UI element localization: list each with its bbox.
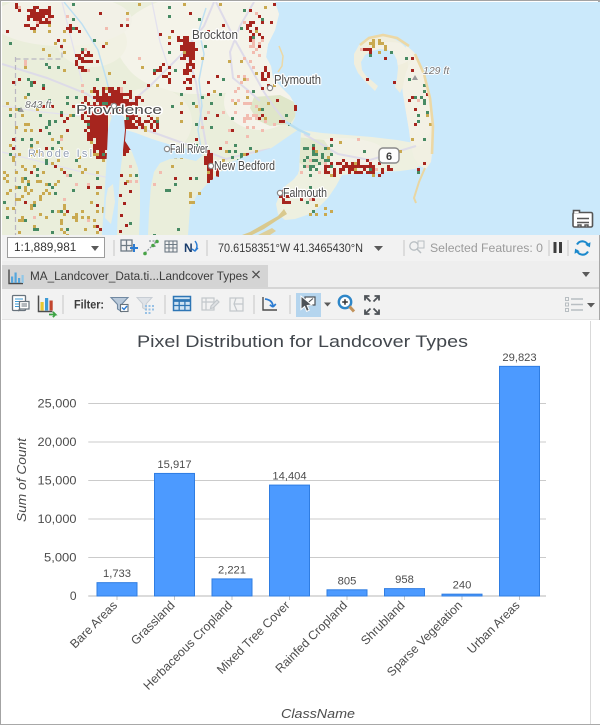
svg-text:843 ft: 843 ft (25, 99, 52, 111)
svg-text:Fall River: Fall River (170, 141, 208, 156)
svg-text:20,000: 20,000 (38, 435, 77, 449)
svg-text:Brockton: Brockton (192, 27, 238, 42)
svg-text:New Bedford: New Bedford (214, 158, 275, 173)
svg-text:1,733: 1,733 (103, 568, 131, 580)
svg-text:Urban Areas: Urban Areas (464, 598, 522, 656)
svg-text:Filter:: Filter: (74, 298, 104, 312)
svg-text:Falmouth: Falmouth (283, 185, 327, 200)
svg-text:14,404: 14,404 (272, 471, 306, 483)
svg-text:2,221: 2,221 (218, 564, 246, 576)
svg-text:Bare Areas: Bare Areas (67, 598, 120, 651)
svg-text:805: 805 (338, 575, 357, 587)
svg-text:129 ft: 129 ft (423, 65, 450, 77)
svg-text:Grassland: Grassland (128, 598, 178, 648)
svg-text:70.6158351°W 41.3465430°N: 70.6158351°W 41.3465430°N (218, 241, 363, 255)
svg-text:6: 6 (386, 151, 392, 163)
svg-text:0: 0 (70, 589, 77, 603)
svg-text:5,000: 5,000 (44, 551, 77, 565)
svg-text:29,823: 29,823 (502, 352, 536, 364)
svg-text:Pixel Distribution for Landcov: Pixel Distribution for Landcover Types (137, 333, 468, 351)
svg-text:Shrubland: Shrubland (358, 598, 408, 648)
svg-text:Selected Features: 0: Selected Features: 0 (430, 241, 543, 255)
svg-text:MA_Landcover_Data.ti...Landcov: MA_Landcover_Data.ti...Landcover Types (30, 269, 248, 283)
svg-text:ClassName: ClassName (281, 706, 355, 721)
svg-text:Providence: Providence (76, 102, 162, 117)
svg-text:N: N (184, 241, 193, 255)
svg-text:25,000: 25,000 (38, 397, 77, 411)
svg-text:958: 958 (395, 574, 414, 586)
svg-text:240: 240 (453, 580, 472, 592)
svg-text:Plymouth: Plymouth (274, 72, 321, 87)
svg-text:10,000: 10,000 (38, 512, 77, 526)
svg-text:15,000: 15,000 (38, 474, 77, 488)
svg-text:15,917: 15,917 (157, 459, 191, 471)
svg-text:Sum of Count: Sum of Count (15, 437, 29, 522)
svg-text:Rhode Isl: Rhode Isl (28, 148, 94, 160)
